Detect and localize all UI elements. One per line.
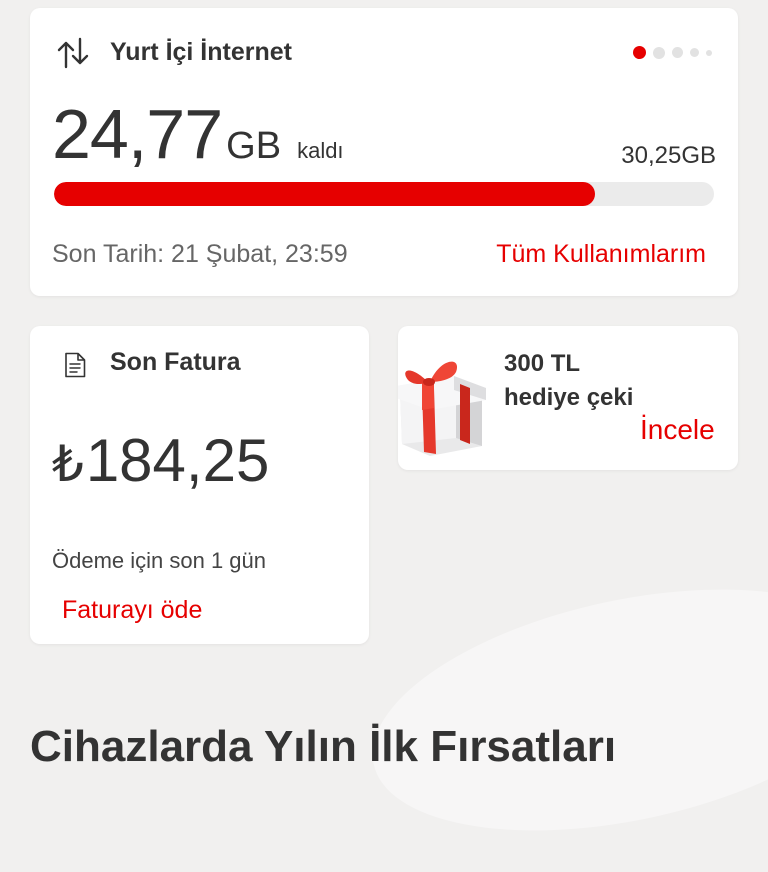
- remaining-label: kaldı: [297, 138, 344, 163]
- payment-due-text: Ödeme için son 1 gün: [52, 548, 267, 573]
- carousel-dot[interactable]: [653, 46, 665, 59]
- usage-progress-bar: [54, 182, 714, 206]
- total-quota: 30,25GB: [621, 142, 716, 169]
- gift-amount: 300 TL: [504, 350, 581, 377]
- remaining-data: 24,77 GB kaldı: [52, 94, 344, 174]
- pay-invoice-link[interactable]: Faturayı öde: [62, 596, 202, 625]
- usage-progress-fill: [54, 182, 595, 206]
- invoice-amount: ₺ 184,25: [52, 426, 269, 495]
- data-transfer-icon: [57, 37, 89, 69]
- gift-voucher-card[interactable]: 300 TL hediye çeki İncele: [398, 326, 738, 470]
- carousel-dot[interactable]: [672, 47, 683, 58]
- gift-box-icon: [398, 361, 486, 456]
- carousel-dot[interactable]: [706, 49, 712, 56]
- invoice-amount-value: 184,25: [85, 427, 270, 494]
- carousel-dot[interactable]: [633, 46, 646, 59]
- invoice-title: Son Fatura: [110, 348, 241, 376]
- internet-title: Yurt İçi İnternet: [110, 38, 292, 66]
- all-usage-link[interactable]: Tüm Kullanımlarım: [496, 240, 706, 269]
- document-icon: [65, 352, 86, 378]
- carousel-dot[interactable]: [690, 48, 699, 57]
- section-title: Cihazlarda Yılın İlk Fırsatları: [30, 722, 617, 771]
- carousel-indicator[interactable]: [633, 46, 712, 59]
- remaining-value: 24,77: [52, 95, 223, 173]
- internet-usage-card[interactable]: Yurt İçi İnternet 24,77 GB kaldı 30,25GB…: [30, 8, 738, 296]
- last-invoice-card[interactable]: Son Fatura ₺ 184,25 Ödeme için son 1 gün…: [30, 326, 369, 644]
- view-gift-link[interactable]: İncele: [640, 414, 715, 446]
- remaining-unit: GB: [226, 125, 282, 167]
- currency-symbol: ₺: [52, 436, 84, 492]
- background-swoosh: [350, 548, 768, 872]
- gift-description: hediye çeki: [504, 384, 634, 411]
- expiry-date: Son Tarih: 21 Şubat, 23:59: [52, 240, 348, 268]
